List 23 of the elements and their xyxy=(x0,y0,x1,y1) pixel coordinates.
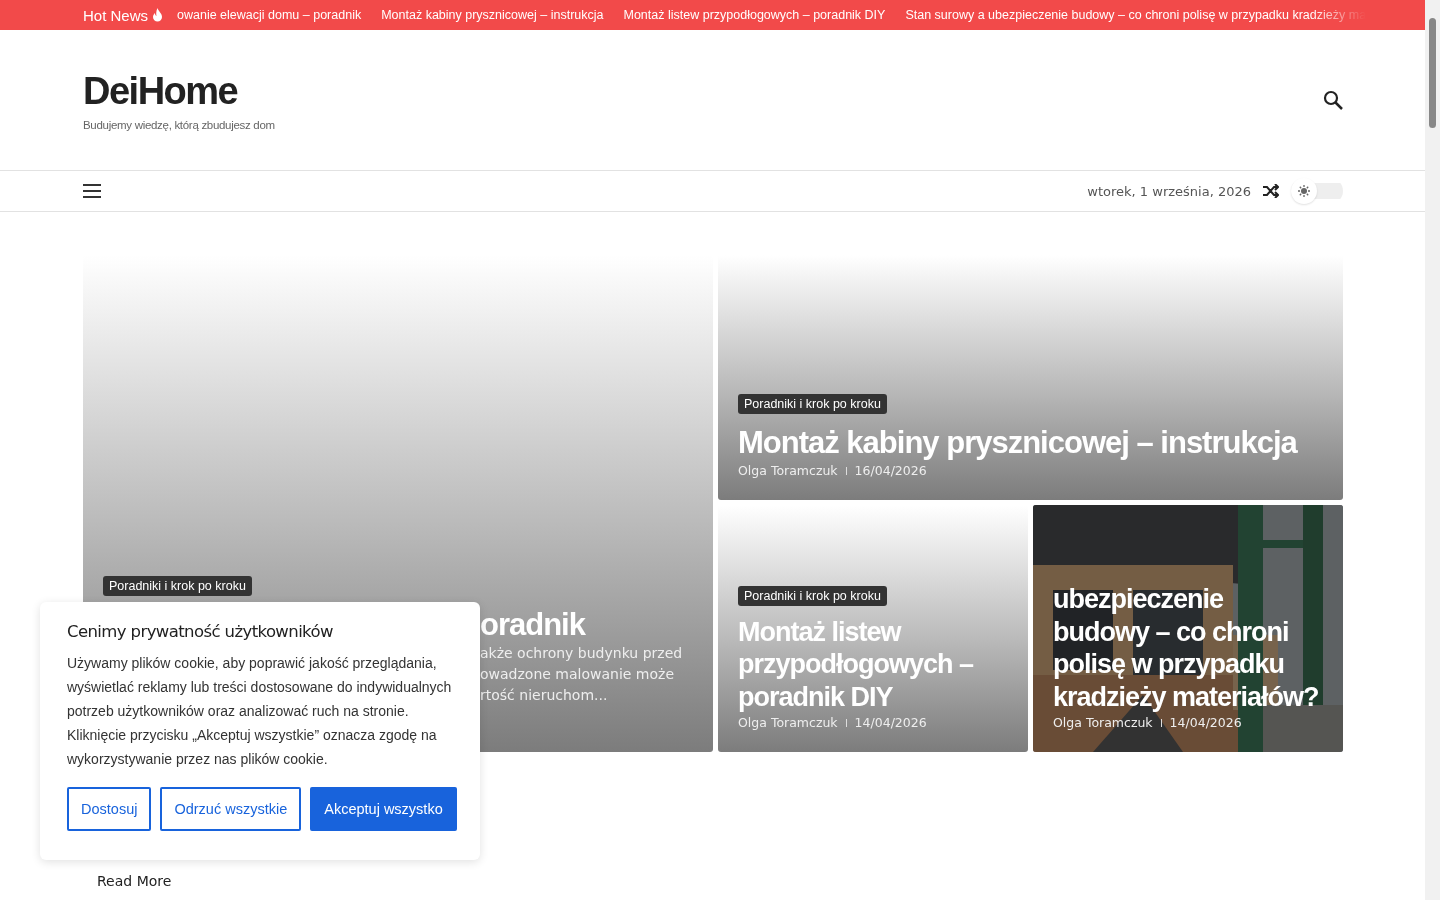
featured-card[interactable]: ubezpieczenie budowy – co chroni polisę w przypadku kradzieży materiałów? Olga Toramczuk 14/04/2026 xyxy=(1033,505,1343,752)
author-name[interactable]: Olga Toramczuk xyxy=(1053,715,1153,730)
post-date: 16/04/2026 xyxy=(854,463,927,478)
article-excerpt: owadzone malowanie może xyxy=(480,665,676,684)
site-tagline: Budujemy wiedzę, którą zbudujesz dom xyxy=(83,118,275,131)
read-more-link[interactable]: Read More xyxy=(97,873,172,889)
category-tag[interactable]: Poradniki i krok po kroku xyxy=(738,585,887,606)
article-title[interactable]: ubezpieczenie budowy – co chroni polisę w przypadku kradzieży materiałów? xyxy=(1053,583,1323,713)
consent-button[interactable]: Odrzuć wszystkie xyxy=(160,787,302,831)
category-tag[interactable]: Poradniki i krok po kroku xyxy=(103,575,252,596)
category-tag[interactable]: Poradniki i krok po kroku xyxy=(738,393,887,414)
article-excerpt: rtość nieruchom... xyxy=(480,686,609,705)
ticker-link[interactable]: owanie elewacji domu – poradnik xyxy=(177,8,362,22)
consent-button[interactable]: Dostosuj xyxy=(67,787,152,831)
post-date: 14/04/2026 xyxy=(854,715,927,730)
current-date: wtorek, 1 września, 2026 xyxy=(1087,183,1251,199)
ticker-link[interactable]: Montaż kabiny prysznicowej – instrukcja xyxy=(381,8,604,22)
post-date: 14/04/2026 xyxy=(1169,715,1242,730)
ticker-label: Hot News xyxy=(83,6,164,24)
ticker-link[interactable]: Montaż listew przypodłogowych – poradnik DIY xyxy=(623,8,886,22)
consent-button[interactable]: Akceptuj wszystko xyxy=(310,787,457,831)
article-excerpt: akże ochrony budynku przed xyxy=(480,644,684,663)
site-logo[interactable]: DeiHome xyxy=(83,69,275,113)
